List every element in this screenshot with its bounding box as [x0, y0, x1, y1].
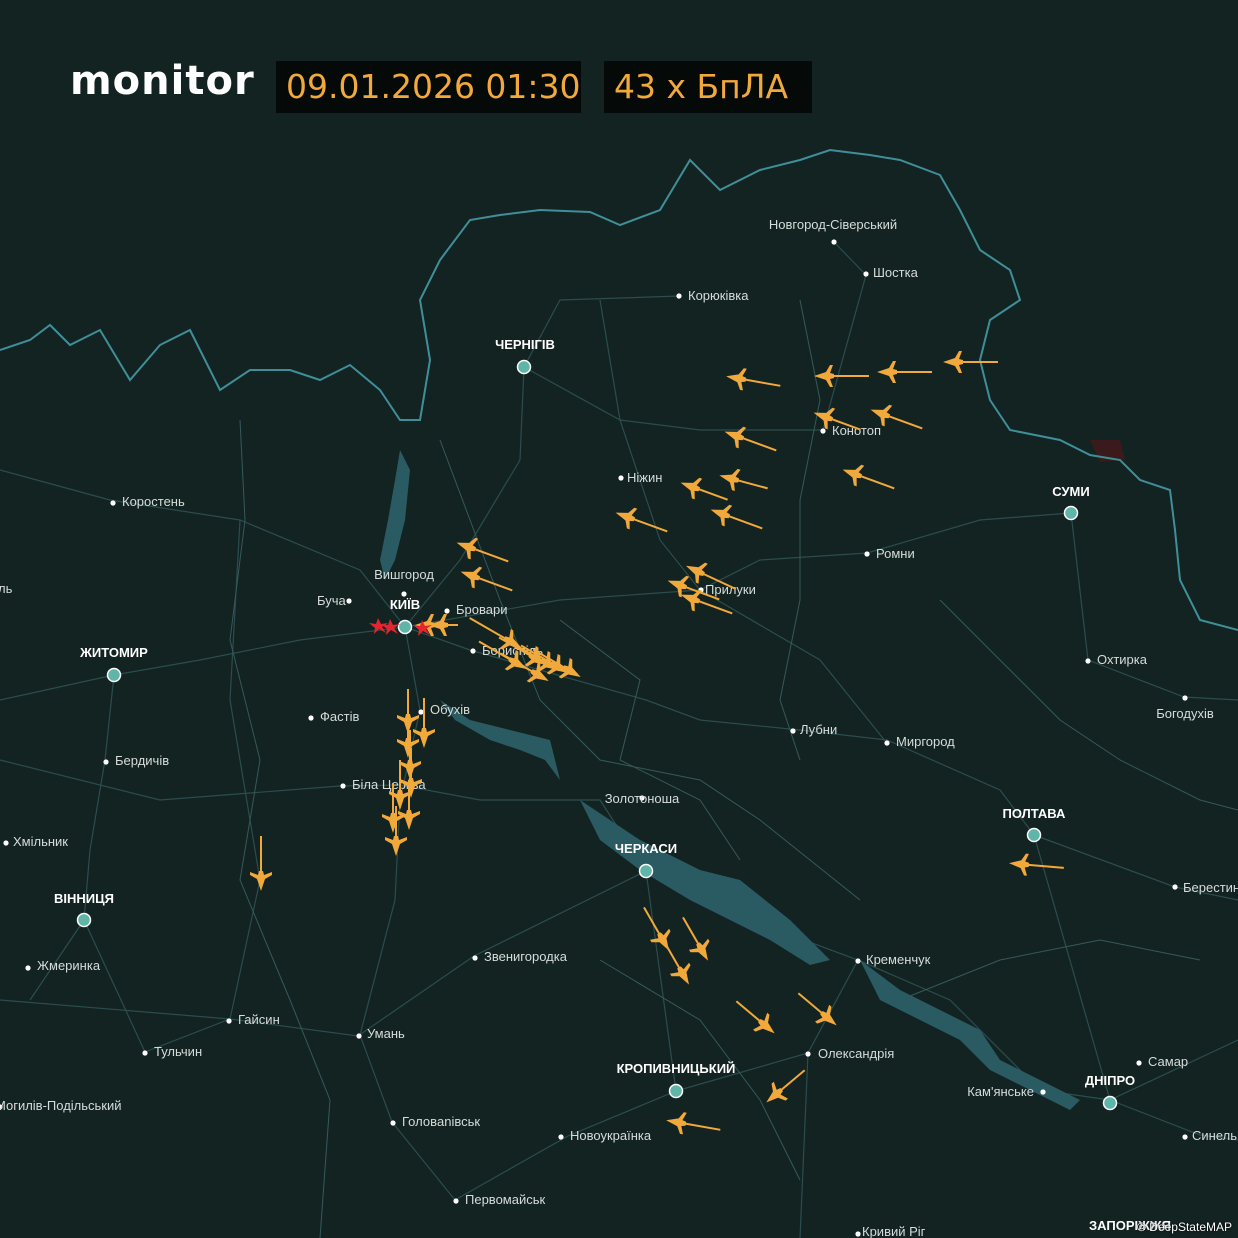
city-dot-icon [884, 740, 890, 746]
city-label: Лубни [800, 722, 837, 737]
logo: monitor [70, 58, 255, 104]
major-city-label: ЖИТОМИР [79, 645, 148, 660]
city-dot-icon [863, 271, 869, 277]
city-label: Кам'янське [967, 1084, 1034, 1099]
city-dot-icon [142, 1050, 148, 1056]
city-label: Могилів-Подільський [0, 1098, 122, 1113]
city-label: Ніжин [627, 470, 662, 485]
city-label: Фастів [320, 709, 359, 724]
city-dot-icon [346, 598, 352, 604]
city-label: Умань [367, 1026, 405, 1041]
major-city-label: КИЇВ [390, 597, 420, 612]
city-dot-icon [226, 1018, 232, 1024]
city-dot-icon [25, 965, 31, 971]
city-label: Шостка [873, 265, 919, 280]
city-dot-icon [401, 591, 407, 597]
major-city-label: ЧЕРНІГІВ [495, 337, 555, 352]
city-label: Бровари [456, 602, 507, 617]
city-dot-icon [356, 1033, 362, 1039]
city-dot-icon [397, 619, 413, 635]
drone-count-badge: 43 х БпЛА [604, 61, 812, 113]
city-dot-icon [1136, 1060, 1142, 1066]
city-label: Буча [317, 593, 347, 608]
city-dot-icon [308, 715, 314, 721]
city-dot-icon [864, 551, 870, 557]
map-canvas: ЧЕРНІГІВ КИЇВ ЖИТОМИР ВІННИЦЯ СУМИ ПОЛТАВА ЧЕР… [0, 0, 1238, 1238]
city-label: Миргород [896, 734, 955, 749]
city-dot-icon [558, 1134, 564, 1140]
city-label: Жмеринка [37, 958, 101, 973]
city-dot-icon [1182, 695, 1188, 701]
city-label: Самар [1148, 1054, 1188, 1069]
credit-label: © DeepStateMAP [1137, 1220, 1232, 1234]
city-label: Хмільник [13, 834, 68, 849]
city-label: Конотоп [832, 423, 881, 438]
city-label: Синель [1192, 1128, 1237, 1143]
city-dot-icon [831, 239, 837, 245]
city-dot-icon [472, 955, 478, 961]
city-label: Олександрія [818, 1046, 894, 1061]
city-label: Бердичів [115, 753, 169, 768]
city-label: Вишгород [374, 567, 434, 582]
city-dot-icon [1085, 658, 1091, 664]
city-label: Охтирка [1097, 652, 1148, 667]
city-label: Корюківка [688, 288, 749, 303]
major-city-label: ЧЕРКАСИ [615, 841, 677, 856]
city-dot-icon [110, 500, 116, 506]
city-dot-icon [1063, 505, 1079, 521]
city-label: Первомайськ [465, 1192, 545, 1207]
city-dot-icon [805, 1051, 811, 1057]
city-dot-icon [820, 428, 826, 434]
major-city-label: КРОПИВНИЦЬКИЙ [617, 1061, 736, 1076]
city-dot-icon [855, 1231, 861, 1237]
city-label: Звенигородка [484, 949, 568, 964]
major-city-label: ВІННИЦЯ [54, 891, 114, 906]
city-dot-icon [618, 475, 624, 481]
city-dot-icon [3, 840, 9, 846]
city-dot-icon [340, 783, 346, 789]
city-label: Гайсин [238, 1012, 280, 1027]
city-label: Головanівськ [402, 1114, 480, 1129]
city-dot-icon [855, 958, 861, 964]
city-label: Обухів [430, 702, 470, 717]
city-dot-icon [1102, 1095, 1118, 1111]
city-dot-icon [790, 728, 796, 734]
city-dot-icon [668, 1083, 684, 1099]
city-dot-icon [516, 359, 532, 375]
city-label: Прилуки [705, 582, 756, 597]
map-stage: ЧЕРНІГІВ КИЇВ ЖИТОМИР ВІННИЦЯ СУМИ ПОЛТАВА ЧЕР… [0, 0, 1238, 1238]
city-dot-icon [638, 863, 654, 879]
city-dot-icon [676, 293, 682, 299]
city-label: Тульчин [154, 1044, 202, 1059]
city-label: Богодухів [1156, 706, 1214, 721]
major-city-label: ДНІПРО [1085, 1073, 1135, 1088]
city-dot-icon [470, 648, 476, 654]
city-label: Берестин [1183, 880, 1238, 895]
city-label: ль [0, 581, 13, 596]
major-city-label: ПОЛТАВА [1003, 806, 1067, 821]
city-dot-icon [1026, 827, 1042, 843]
city-dot-icon [106, 667, 122, 683]
city-dot-icon [103, 759, 109, 765]
city-label: Ромни [876, 546, 915, 561]
city-dot-icon [453, 1198, 459, 1204]
city-label: Кременчук [866, 952, 931, 967]
city-label: Золотоноша [605, 791, 680, 806]
city-dot-icon [76, 912, 92, 928]
city-label: Кривий Ріг [862, 1224, 926, 1238]
major-city-label: СУМИ [1052, 484, 1089, 499]
city-dot-icon [390, 1120, 396, 1126]
city-label: Коростень [122, 494, 185, 509]
city-dot-icon [444, 608, 450, 614]
city-dot-icon [1172, 884, 1178, 890]
city-dot-icon [1040, 1089, 1046, 1095]
city-label: Новоукраїнка [570, 1128, 652, 1143]
city-dot-icon [418, 709, 424, 715]
city-label: Новгород-Сіверський [769, 217, 897, 232]
city-dot-icon [1182, 1134, 1188, 1140]
datetime-badge: 09.01.2026 01:30 [276, 61, 581, 113]
